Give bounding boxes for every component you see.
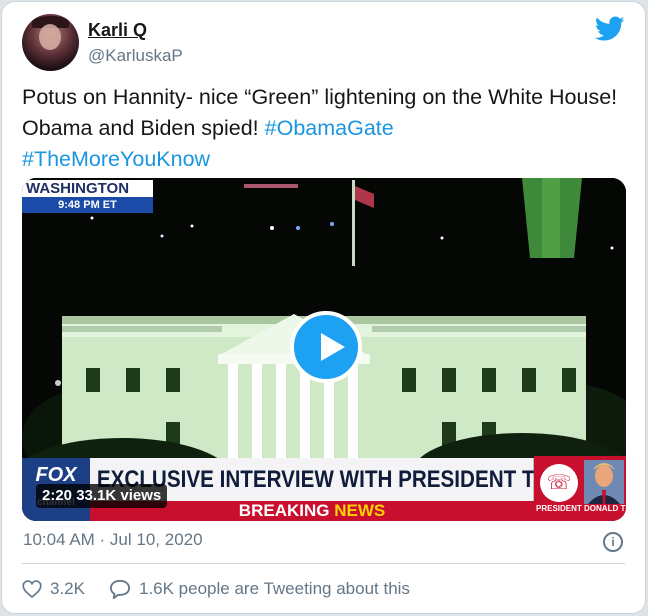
phone-interview-bug: ☏ PRESIDENT DONALD TR bbox=[534, 456, 626, 521]
hashtag-obamagate[interactable]: #ObamaGate bbox=[265, 116, 394, 140]
heart-icon[interactable] bbox=[22, 579, 42, 599]
tweet-card[interactable]: Karli Q @KarluskaP Potus on Hannity- nic… bbox=[1, 1, 646, 614]
tweet-actions: 3.2K 1.6K people are Tweeting about this bbox=[22, 575, 410, 603]
tweeting-about-link[interactable]: 1.6K people are Tweeting about this bbox=[139, 579, 410, 599]
video-views: 33.1K views bbox=[76, 487, 162, 504]
info-icon[interactable]: i bbox=[603, 532, 623, 552]
guest-portrait bbox=[584, 460, 624, 504]
breaking-label: BREAKING bbox=[238, 501, 330, 520]
divider bbox=[22, 563, 625, 564]
speech-bubble-icon[interactable] bbox=[109, 579, 131, 599]
location-bug: WASHINGTON 9:48 PM ET bbox=[22, 180, 153, 213]
phone-icon: ☏ bbox=[540, 464, 578, 502]
avatar[interactable] bbox=[22, 14, 79, 71]
video-player[interactable]: WASHINGTON 9:48 PM ET FOX channel EXCLUS… bbox=[22, 178, 626, 521]
network-logo-text: FOX bbox=[35, 464, 77, 486]
news-label: NEWS bbox=[334, 501, 386, 520]
author-handle[interactable]: @KarluskaP bbox=[88, 46, 183, 66]
tweet-text: Potus on Hannity- nice “Green” lightenin… bbox=[22, 82, 622, 175]
video-duration: 2:20 bbox=[42, 487, 73, 504]
like-count[interactable]: 3.2K bbox=[50, 579, 85, 599]
twitter-bird-icon[interactable] bbox=[595, 16, 625, 42]
hashtag-themoreyouknow[interactable]: #TheMoreYouKnow bbox=[22, 147, 210, 171]
guest-name-label: PRESIDENT DONALD TR bbox=[536, 504, 626, 513]
tweet-header: Karli Q @KarluskaP bbox=[22, 14, 625, 74]
video-duration-badge: 2:20 33.1K views bbox=[36, 484, 168, 508]
location-label: WASHINGTON bbox=[22, 180, 153, 197]
tweet-timestamp[interactable]: 10:04 AM · Jul 10, 2020 bbox=[23, 530, 203, 550]
play-icon[interactable] bbox=[290, 311, 362, 383]
local-time-label: 9:48 PM ET bbox=[22, 197, 153, 213]
author-name[interactable]: Karli Q bbox=[88, 20, 147, 41]
